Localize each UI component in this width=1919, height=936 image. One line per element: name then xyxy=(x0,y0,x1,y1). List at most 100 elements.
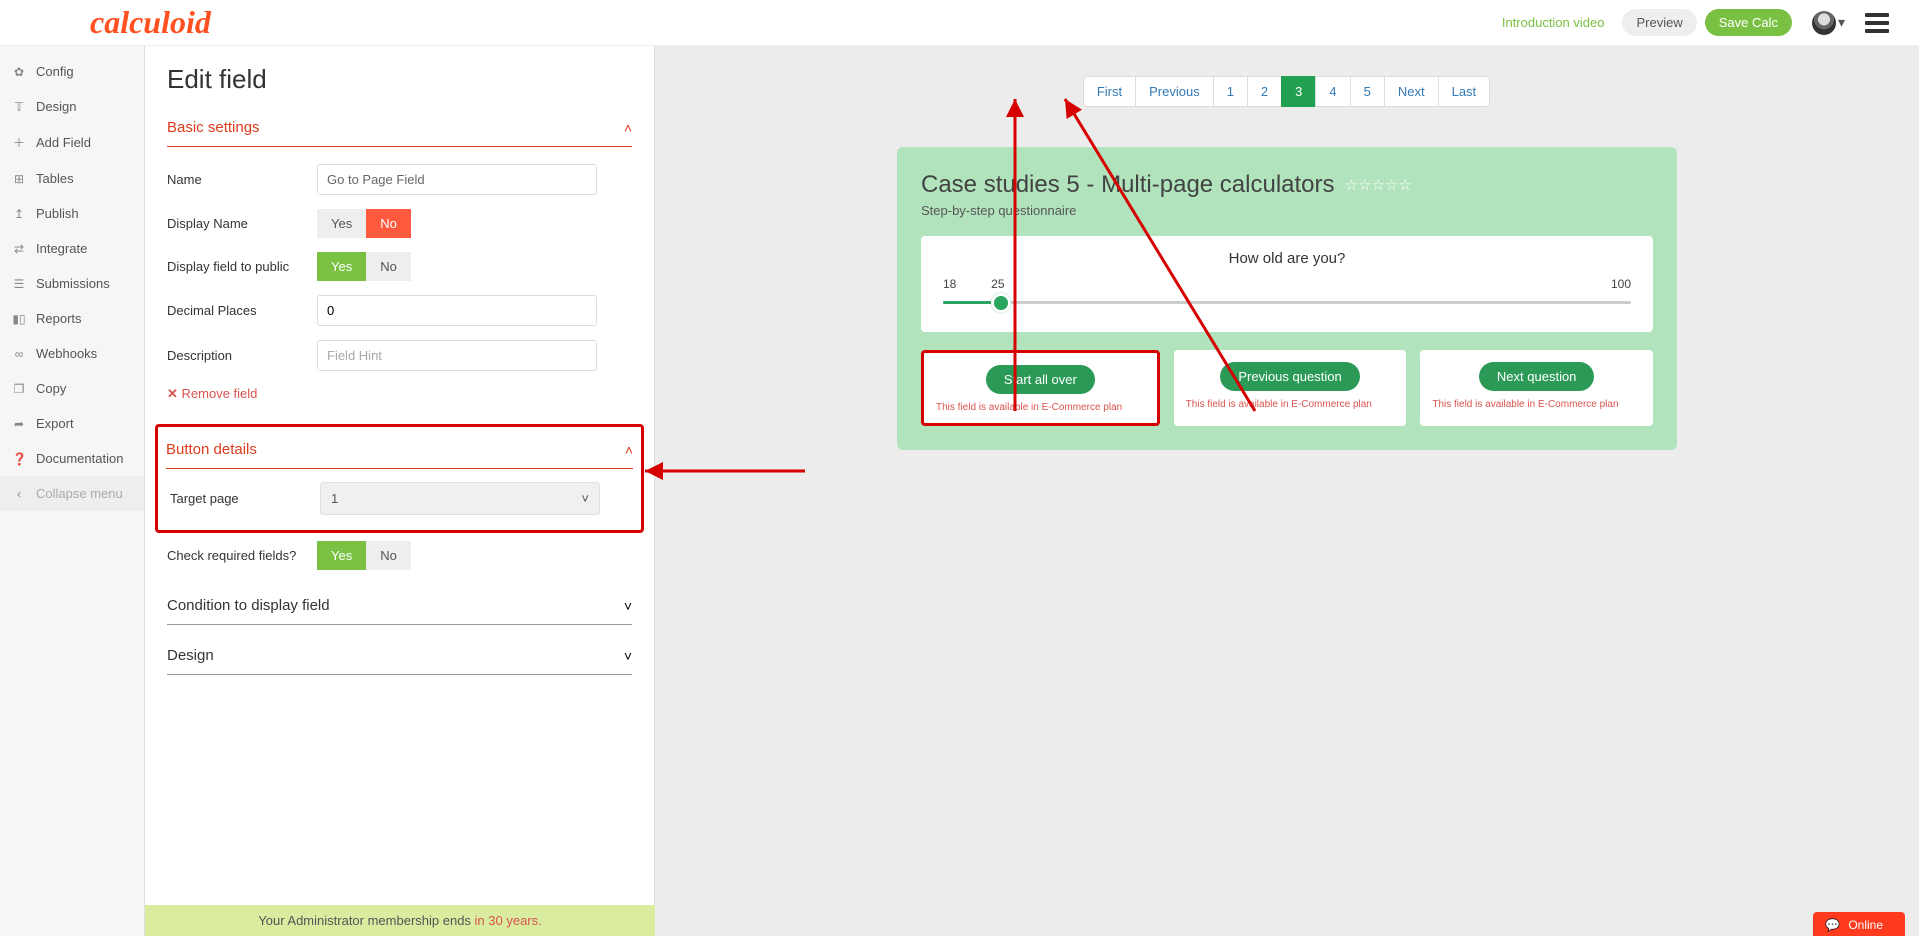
label-decimal: Decimal Places xyxy=(167,303,317,318)
description-input[interactable] xyxy=(317,340,597,371)
page-previous[interactable]: Previous xyxy=(1135,76,1214,107)
chevron-up-icon: ˄ xyxy=(625,442,633,458)
plan-note: This field is available in E-Commerce pl… xyxy=(1428,399,1645,410)
decimal-input[interactable] xyxy=(317,295,597,326)
start-over-card: Start all over This field is available i… xyxy=(921,350,1160,426)
display-name-yes[interactable]: Yes xyxy=(317,209,366,238)
chevron-left-icon: ‹ xyxy=(12,487,26,501)
star-rating[interactable]: ☆☆☆☆☆ xyxy=(1345,176,1412,194)
section-button-details[interactable]: Button details ˄ xyxy=(166,431,633,469)
start-over-button[interactable]: Start all over xyxy=(986,365,1095,394)
design-icon: 𝕋 xyxy=(12,100,26,114)
sidebar: ✿Config 𝕋Design ＋Add Field ⊞Tables ↥Publ… xyxy=(0,46,145,936)
copy-icon: ❐ xyxy=(12,382,26,396)
check-required-no[interactable]: No xyxy=(366,541,411,570)
upload-icon: ↥ xyxy=(12,207,26,221)
prev-question-card: Previous question This field is availabl… xyxy=(1174,350,1407,426)
chat-icon: 💬 xyxy=(1825,918,1840,932)
display-public-no[interactable]: No xyxy=(366,252,411,281)
calculator-card: Case studies 5 - Multi-page calculators … xyxy=(897,147,1677,450)
calc-subtitle: Step-by-step questionnaire xyxy=(921,203,1653,218)
label-target-page: Target page xyxy=(170,491,320,506)
highlight-button-details: Button details ˄ Target page 1 ˅ xyxy=(155,424,644,533)
chevron-down-icon: ˅ xyxy=(624,648,632,664)
sidebar-item-reports[interactable]: ▮▯Reports xyxy=(0,301,144,336)
sidebar-item-tables[interactable]: ⊞Tables xyxy=(0,161,144,196)
table-icon: ⊞ xyxy=(12,172,26,186)
slider-min-label: 18 xyxy=(943,277,956,291)
page-first[interactable]: First xyxy=(1083,76,1136,107)
sidebar-item-collapse[interactable]: ‹Collapse menu xyxy=(0,476,144,511)
label-display-name: Display Name xyxy=(167,216,317,231)
page-5[interactable]: 5 xyxy=(1350,76,1385,107)
logo: calculoid xyxy=(90,4,211,41)
preview-area: First Previous 1 2 3 4 5 Next Last Case … xyxy=(655,46,1919,936)
name-input[interactable] xyxy=(317,164,597,195)
membership-bar: Your Administrator membership ends in 30… xyxy=(145,905,655,936)
slider-value-label: 25 xyxy=(991,277,1004,291)
menu-icon[interactable] xyxy=(1865,13,1889,33)
sidebar-item-copy[interactable]: ❐Copy xyxy=(0,371,144,406)
section-condition[interactable]: Condition to display field ˅ xyxy=(167,587,632,625)
pagination: First Previous 1 2 3 4 5 Next Last xyxy=(897,76,1677,107)
chevron-down-icon: ˅ xyxy=(581,491,589,506)
webhook-icon: ∞ xyxy=(12,347,26,361)
section-design[interactable]: Design ˅ xyxy=(167,637,632,675)
check-required-yes[interactable]: Yes xyxy=(317,541,366,570)
sidebar-item-config[interactable]: ✿Config xyxy=(0,54,144,89)
intro-video-link[interactable]: Introduction video xyxy=(1502,15,1605,30)
sidebar-item-integrate[interactable]: ⇄Integrate xyxy=(0,231,144,266)
question-box: How old are you? 18 25 100 xyxy=(921,236,1653,332)
display-name-no[interactable]: No xyxy=(366,209,411,238)
label-name: Name xyxy=(167,172,317,187)
edit-field-panel: Edit field Basic settings ˄ Name Display… xyxy=(145,46,655,936)
plan-note: This field is available in E-Commerce pl… xyxy=(932,402,1149,413)
caret-down-icon: ▾ xyxy=(1838,14,1845,31)
target-page-select[interactable]: 1 ˅ xyxy=(320,482,600,515)
plan-note: This field is available in E-Commerce pl… xyxy=(1182,399,1399,410)
page-1[interactable]: 1 xyxy=(1213,76,1248,107)
chevron-up-icon: ˄ xyxy=(624,120,632,136)
list-icon: ☰ xyxy=(12,277,26,291)
slider-thumb[interactable] xyxy=(991,293,1011,313)
age-slider[interactable] xyxy=(943,301,1631,304)
user-avatar[interactable] xyxy=(1812,11,1836,35)
chat-widget[interactable]: 💬 Online xyxy=(1813,912,1905,936)
page-next[interactable]: Next xyxy=(1384,76,1439,107)
sidebar-item-submissions[interactable]: ☰Submissions xyxy=(0,266,144,301)
chevron-down-icon: ˅ xyxy=(624,598,632,614)
page-3[interactable]: 3 xyxy=(1281,76,1316,107)
panel-title: Edit field xyxy=(167,64,632,95)
integrate-icon: ⇄ xyxy=(12,242,26,256)
export-icon: ➦ xyxy=(12,417,26,431)
help-icon: ❓ xyxy=(12,452,26,466)
sidebar-item-design[interactable]: 𝕋Design xyxy=(0,89,144,124)
remove-field-link[interactable]: Remove field xyxy=(167,378,632,410)
label-check-required: Check required fields? xyxy=(167,548,317,563)
calc-title: Case studies 5 - Multi-page calculators … xyxy=(921,171,1653,199)
app-header: calculoid Introduction video Preview Sav… xyxy=(0,0,1919,46)
label-display-public: Display field to public xyxy=(167,259,317,274)
next-question-card: Next question This field is available in… xyxy=(1420,350,1653,426)
sidebar-item-publish[interactable]: ↥Publish xyxy=(0,196,144,231)
annotation-arrow-1 xyxy=(635,416,815,526)
prev-question-button[interactable]: Previous question xyxy=(1220,362,1359,391)
slider-max-label: 100 xyxy=(1611,277,1631,291)
sidebar-item-export[interactable]: ➦Export xyxy=(0,406,144,441)
sidebar-item-webhooks[interactable]: ∞Webhooks xyxy=(0,336,144,371)
label-description: Description xyxy=(167,348,317,363)
gear-icon: ✿ xyxy=(12,65,26,79)
page-2[interactable]: 2 xyxy=(1247,76,1282,107)
sidebar-item-documentation[interactable]: ❓Documentation xyxy=(0,441,144,476)
section-basic-settings[interactable]: Basic settings ˄ xyxy=(167,109,632,147)
save-calc-button[interactable]: Save Calc xyxy=(1705,9,1792,36)
question-text: How old are you? xyxy=(939,250,1635,267)
display-public-yes[interactable]: Yes xyxy=(317,252,366,281)
page-4[interactable]: 4 xyxy=(1315,76,1350,107)
next-question-button[interactable]: Next question xyxy=(1479,362,1595,391)
preview-button[interactable]: Preview xyxy=(1622,9,1696,36)
sidebar-item-add-field[interactable]: ＋Add Field xyxy=(0,124,144,161)
plus-icon: ＋ xyxy=(12,134,26,151)
chart-icon: ▮▯ xyxy=(12,312,26,326)
page-last[interactable]: Last xyxy=(1438,76,1491,107)
